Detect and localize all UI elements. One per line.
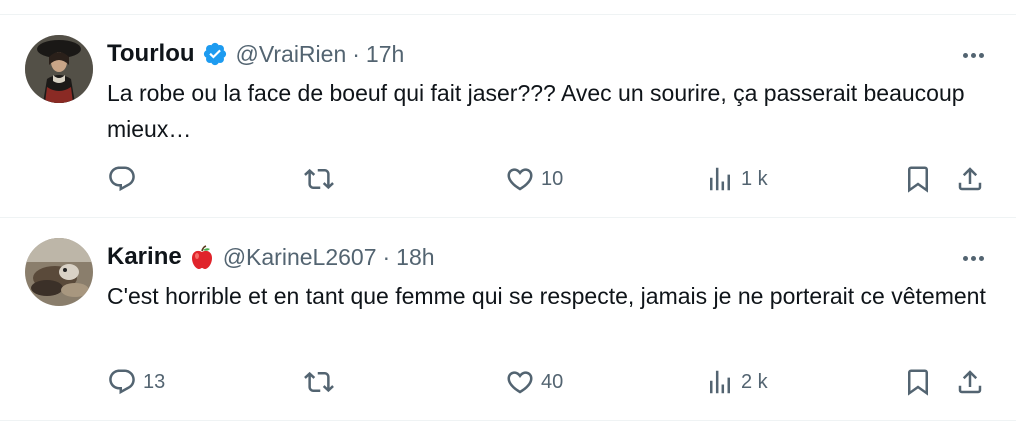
- views-button[interactable]: 1 k: [705, 161, 768, 197]
- repost-icon: [304, 371, 334, 393]
- post-text: La robe ou la face de boeuf qui fait jas…: [107, 80, 965, 142]
- share-icon: [958, 370, 982, 394]
- views-count: 1 k: [741, 167, 768, 190]
- author-name[interactable]: Tourlou: [107, 40, 195, 68]
- avatar[interactable]: [25, 238, 93, 306]
- avatar[interactable]: [25, 35, 93, 103]
- views-icon: [710, 167, 730, 191]
- reply-icon: [109, 166, 135, 192]
- separator-dot: ·: [352, 40, 360, 67]
- author-name[interactable]: Karine: [107, 243, 182, 271]
- views-count: 2 k: [741, 370, 768, 393]
- post-time[interactable]: 18h: [396, 244, 434, 271]
- avatar-portrait-image: [25, 35, 93, 103]
- more-icon[interactable]: [956, 246, 990, 270]
- reply-button[interactable]: 13: [107, 364, 165, 400]
- like-button[interactable]: 40: [505, 364, 563, 400]
- reply-icon: [109, 369, 135, 395]
- more-icon[interactable]: [956, 43, 990, 67]
- bookmark-button[interactable]: [903, 364, 933, 400]
- verified-badge-icon: [202, 41, 228, 67]
- like-count: 10: [541, 167, 564, 190]
- apple-emoji-icon: [189, 244, 215, 270]
- action-bar: 13 40 2 k: [107, 364, 997, 400]
- views-icon: [710, 370, 730, 394]
- like-icon: [507, 371, 533, 394]
- like-button[interactable]: 10: [505, 161, 563, 197]
- timeline: Tourlou @VraiRien · 17h La robe ou la fa…: [0, 0, 1016, 428]
- share-button[interactable]: [955, 364, 985, 400]
- repost-button[interactable]: [304, 161, 340, 197]
- reply-button[interactable]: [107, 161, 143, 197]
- bookmark-icon: [908, 166, 928, 193]
- like-count: 40: [541, 370, 564, 393]
- avatar-pets-image: [25, 238, 93, 306]
- post-time[interactable]: 17h: [366, 41, 404, 68]
- post-header: Karine @KarineL2607 · 18h: [107, 240, 435, 274]
- share-button[interactable]: [955, 161, 985, 197]
- post-header: Tourlou @VraiRien · 17h: [107, 37, 404, 71]
- separator-dot: ·: [382, 243, 391, 270]
- repost-button[interactable]: [304, 364, 340, 400]
- post-karine[interactable]: Karine @KarineL2607 · 18h C'est horrible…: [0, 218, 1016, 418]
- post-tourlou[interactable]: Tourlou @VraiRien · 17h La robe ou la fa…: [0, 15, 1016, 215]
- post-text: C'est horrible et en tant que femme qui …: [107, 283, 986, 309]
- action-bar: 10 1 k: [107, 161, 997, 197]
- share-icon: [958, 167, 982, 191]
- author-handle[interactable]: @KarineL2607: [223, 244, 377, 271]
- views-button[interactable]: 2 k: [705, 364, 768, 400]
- divider: [0, 420, 1016, 421]
- author-handle[interactable]: @VraiRien: [236, 41, 347, 68]
- reply-count: 13: [143, 370, 166, 393]
- repost-icon: [304, 168, 334, 190]
- bookmark-button[interactable]: [903, 161, 933, 197]
- bookmark-icon: [908, 369, 928, 396]
- like-icon: [507, 168, 533, 191]
